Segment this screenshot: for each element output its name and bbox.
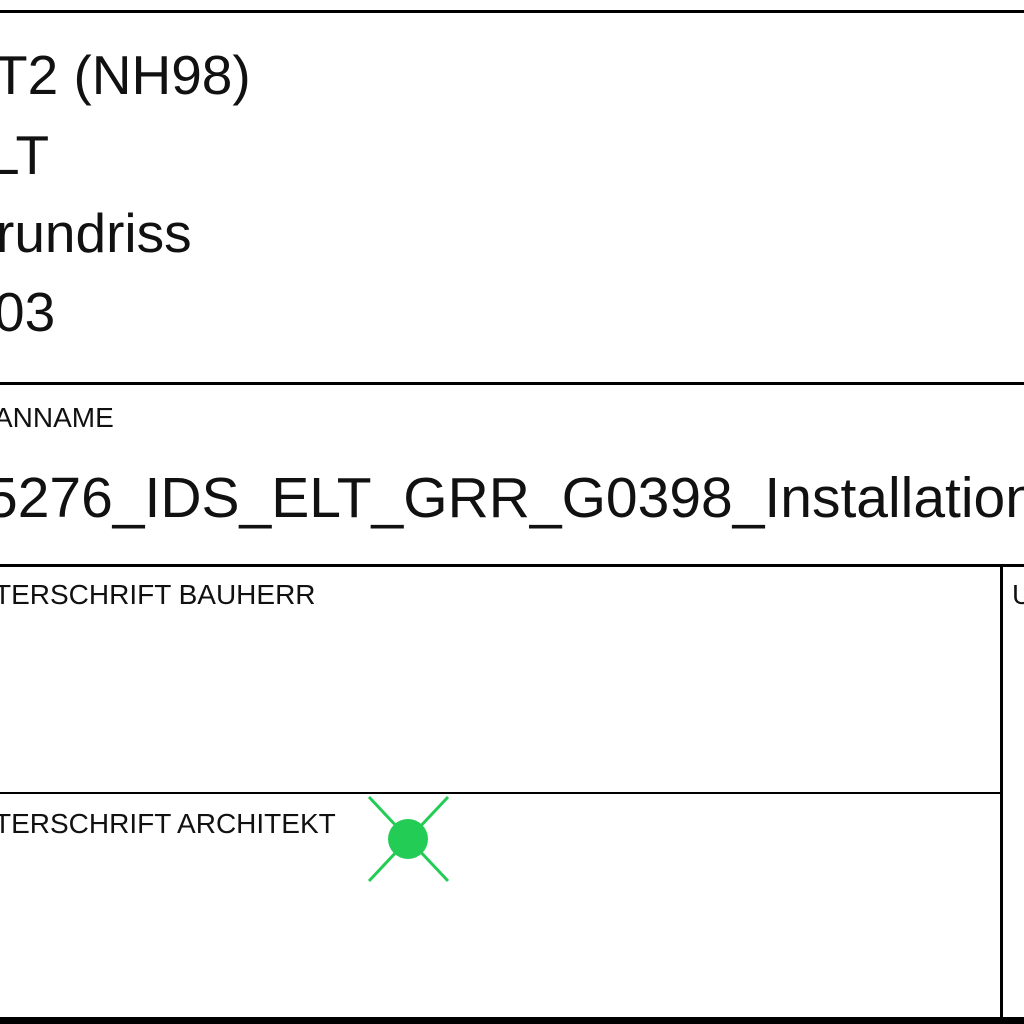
filename-value: 5276_IDS_ELT_GRR_G0398_Installation: [0, 466, 1024, 530]
filename-divider: [0, 564, 1024, 567]
right-signature-label: U: [1012, 579, 1024, 610]
architect-signature-label: TERSCHRIFT ARCHITEKT: [0, 808, 336, 839]
project-name: T2 (NH98): [0, 44, 251, 106]
filename-label: ANNAME: [0, 402, 114, 433]
plan-type: rundriss: [0, 202, 192, 264]
signature-column-divider: [1000, 564, 1003, 1024]
client-signature-label: TERSCHRIFT BAUHERR: [0, 579, 316, 610]
bottom-border: [0, 1017, 1024, 1024]
top-border: [0, 10, 1024, 13]
plan-number: 03: [0, 281, 56, 343]
header-divider: [0, 382, 1024, 385]
green-cross-dot-icon: [367, 795, 450, 883]
signature-divider: [0, 792, 1002, 794]
discipline: LT: [0, 124, 50, 186]
marker-dot: [388, 819, 428, 859]
